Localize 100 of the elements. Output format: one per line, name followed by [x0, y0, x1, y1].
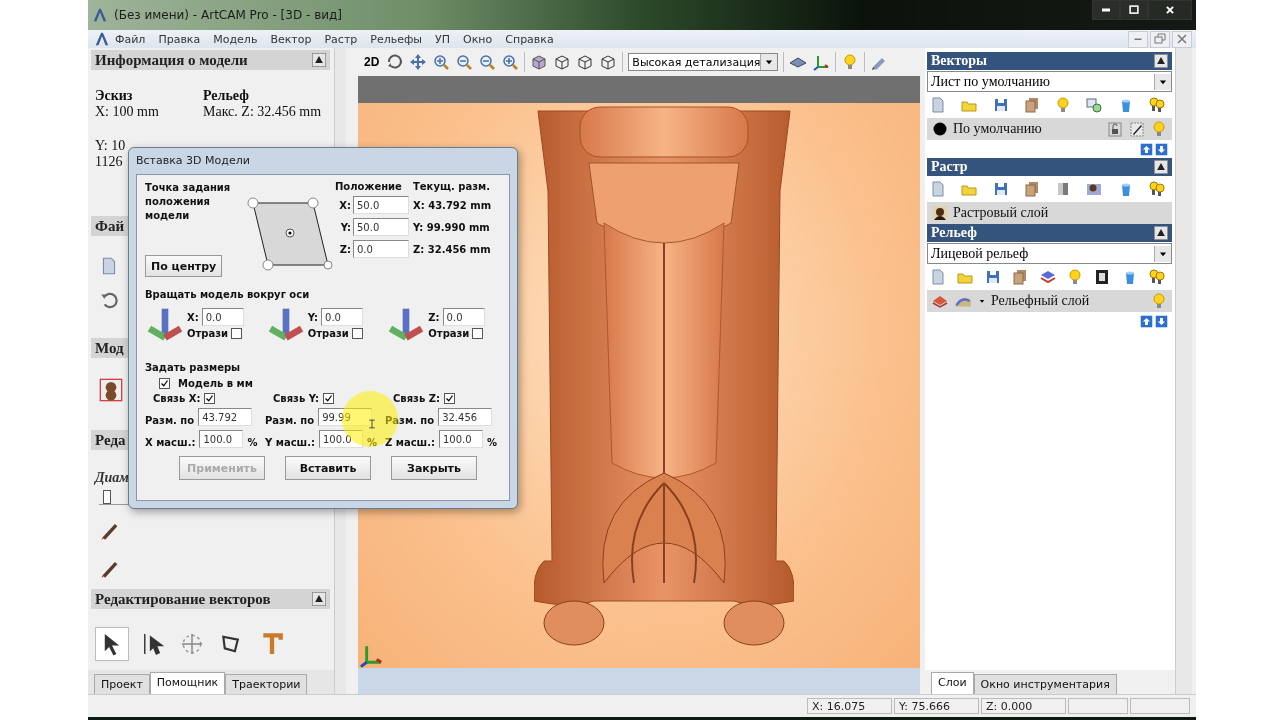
input-field[interactable]: 100.0	[199, 430, 244, 448]
input-field[interactable]: 0.0	[201, 308, 244, 326]
wireframe-cube-icon[interactable]	[553, 53, 572, 71]
copy-layer-icon[interactable]	[1022, 180, 1041, 198]
down-arrow-icon[interactable]	[1155, 143, 1168, 156]
field-label: X:	[187, 311, 199, 323]
input-field[interactable]: 0.0	[442, 308, 485, 326]
layer-row[interactable]: По умолчанию	[927, 118, 1172, 140]
zoom-in-icon[interactable]	[432, 53, 451, 71]
restore-icon	[1154, 33, 1166, 45]
layer-row[interactable]: Растровый слой	[927, 202, 1172, 224]
dialog-button[interactable]: Закрыть	[391, 456, 477, 480]
checkbox[interactable]	[204, 393, 216, 404]
collapse-icon[interactable]	[1154, 160, 1168, 174]
checkbox[interactable]	[472, 328, 484, 339]
tab[interactable]: Слои	[931, 672, 974, 694]
maximize-button[interactable]	[1120, 0, 1148, 20]
menu-item[interactable]: Вектор	[265, 32, 320, 46]
panel-title: Мод	[95, 339, 124, 357]
collapse-icon[interactable]	[1154, 54, 1168, 68]
panel-title: Векторы	[931, 53, 988, 69]
layer-dropdown[interactable]: Лицевой рельеф	[927, 243, 1172, 264]
minimize-button[interactable]	[1092, 0, 1120, 20]
slider-thumb[interactable]	[103, 490, 112, 504]
zoom-previous-icon[interactable]	[478, 53, 497, 71]
checkbox[interactable]	[351, 328, 363, 339]
tab[interactable]: Траектории	[225, 674, 308, 694]
input-field[interactable]: 0.0	[353, 240, 409, 258]
axes-icon[interactable]	[812, 53, 831, 71]
menu-item[interactable]: УП	[430, 32, 459, 46]
input-field[interactable]: 100.0	[319, 430, 363, 448]
layer-name: По умолчанию	[953, 121, 1042, 137]
field-label: X масш.:	[145, 435, 196, 448]
tool-button[interactable]	[95, 627, 129, 661]
collapse-icon[interactable]	[312, 53, 326, 67]
input-field[interactable]: 43.792	[198, 408, 253, 426]
dialog-button[interactable]: Вставить	[285, 456, 371, 480]
layers-icon[interactable]	[1038, 268, 1057, 286]
center-button[interactable]: По центру	[145, 255, 223, 277]
checkbox-label: Отрази	[428, 328, 470, 339]
panel-title: Информация о модели	[95, 51, 248, 69]
tab[interactable]: Окно инструментария	[973, 674, 1117, 694]
down-arrow-icon[interactable]	[1155, 315, 1168, 328]
detail-dropdown[interactable]: Высокая детализация	[628, 53, 779, 71]
info-text: 1126	[95, 154, 123, 170]
layer-name: Рельефный слой	[991, 293, 1090, 309]
info-text: X: 100 mm	[95, 104, 159, 120]
lock-icon[interactable]	[1106, 120, 1124, 138]
app-menu-icon[interactable]	[94, 31, 110, 47]
menu-item[interactable]: Растр	[319, 32, 366, 46]
collapse-icon[interactable]	[312, 592, 326, 606]
status-text: Y: 75.666	[894, 698, 979, 714]
menu-item[interactable]: Правка	[153, 32, 209, 46]
bulbs-icon[interactable]	[1148, 268, 1166, 286]
menu-item[interactable]: Модель	[208, 32, 266, 46]
menu-item[interactable]: Файл	[110, 32, 154, 46]
tab[interactable]: Проект	[94, 674, 150, 694]
wireframe-cube-icon[interactable]	[576, 53, 595, 71]
menu-item[interactable]: Рельефы	[365, 32, 431, 46]
input-field[interactable]: 0.0	[321, 308, 364, 326]
panel-title: Редактирование векторов	[95, 590, 271, 608]
pen-icon[interactable]	[1128, 120, 1146, 138]
checkbox-label: Отрази	[307, 328, 349, 339]
merge-icon[interactable]	[1085, 96, 1104, 114]
collapse-icon[interactable]	[1154, 226, 1168, 240]
bulbs-icon[interactable]	[1147, 180, 1166, 198]
rotate-icon[interactable]	[386, 53, 405, 71]
menu-item[interactable]: Справка	[500, 32, 562, 46]
wireframe-cube-icon[interactable]	[599, 53, 618, 71]
tab[interactable]: Помощник	[149, 672, 226, 694]
copy-layer-icon[interactable]	[1022, 96, 1041, 114]
checkbox[interactable]	[231, 328, 243, 339]
panel-title: Реда	[95, 431, 126, 449]
checkbox[interactable]	[159, 378, 170, 389]
menu-item[interactable]: Окно	[458, 32, 501, 46]
unit-label: %	[367, 435, 378, 448]
checkbox[interactable]	[443, 393, 455, 404]
view-mode-button[interactable]: 2D	[362, 55, 382, 69]
input-field[interactable]: 100.0	[439, 430, 483, 448]
input-field[interactable]: 32.456	[438, 408, 493, 426]
up-arrow-icon[interactable]	[1140, 315, 1153, 328]
cube-icon[interactable]	[530, 53, 549, 71]
checkbox[interactable]	[323, 393, 335, 404]
up-arrow-icon[interactable]	[1140, 143, 1153, 156]
undo-icon[interactable]	[99, 290, 119, 310]
input-field[interactable]: 50.0	[353, 218, 409, 236]
close-button[interactable]	[1148, 0, 1192, 20]
minimize-icon	[1101, 8, 1111, 12]
zoom-out-icon[interactable]	[455, 53, 474, 71]
input-field[interactable]: 50.0	[353, 196, 409, 214]
pan-icon[interactable]	[409, 53, 428, 71]
color-swatch-icon[interactable]	[931, 120, 949, 138]
scrollbar[interactable]	[1175, 48, 1192, 694]
zoom-fit-icon[interactable]	[501, 53, 520, 71]
bulbs-icon[interactable]	[1147, 96, 1166, 114]
layer-row[interactable]: Рельефный слой	[927, 290, 1172, 312]
restore-button[interactable]	[1150, 30, 1170, 48]
layer-dropdown[interactable]: Лист по умолчанию	[927, 71, 1172, 92]
teddy-bear-icon[interactable]	[99, 378, 123, 402]
size-text: Z: 32.456 mm	[413, 243, 492, 255]
